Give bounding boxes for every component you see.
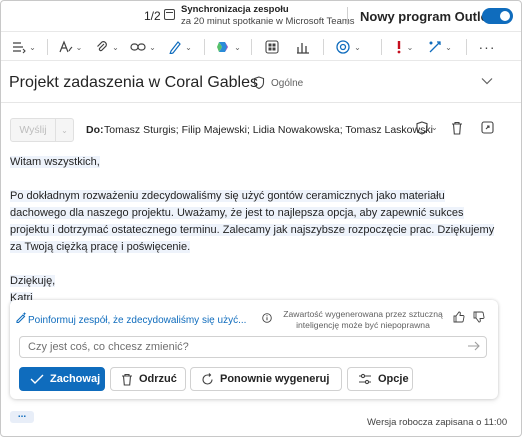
reminder-counter[interactable]: 1/2 — [144, 9, 161, 23]
body-line: dachowego dla naszego projektu. Uważamy,… — [10, 207, 464, 219]
send-label: Wyślij — [11, 119, 56, 141]
delete-icon[interactable] — [451, 121, 463, 135]
body-line: za Twoją ciężką pracę i poświęcenie. — [10, 241, 191, 253]
subject-title[interactable]: Projekt zadaszenia w Coral Gables — [9, 74, 258, 92]
text-format-icon[interactable]: ⌄ — [55, 38, 85, 56]
new-outlook-toggle[interactable] — [482, 8, 513, 24]
apps-icon[interactable] — [258, 38, 286, 56]
ai-disclaimer: Zawartość wygenerowana przez sztuczną in… — [283, 309, 443, 330]
checkmark-icon — [30, 374, 44, 384]
keep-button[interactable]: Zachowaj — [19, 367, 105, 391]
divider — [47, 39, 48, 55]
send-arrow-icon[interactable] — [467, 340, 481, 352]
copilot-input[interactable] — [19, 336, 487, 358]
body-line: Po dokładnym rozważeniu zdecydowaliśmy s… — [10, 190, 445, 202]
refresh-icon — [201, 372, 214, 386]
divider — [323, 39, 324, 55]
body-paragraph: Po dokładnym rozważeniu zdecydowaliśmy s… — [10, 188, 510, 256]
loop-icon[interactable]: ⌄ — [331, 38, 365, 56]
greeting: Witam wszystkich, — [10, 156, 100, 168]
message-body[interactable]: Witam wszystkich, Po dokładnym rozważeni… — [10, 154, 510, 307]
send-options-chevron-icon[interactable]: ⌄ — [56, 119, 73, 141]
divider — [381, 39, 382, 55]
divider — [347, 7, 348, 25]
sensitivity-icon[interactable]: ⌄ — [424, 38, 456, 56]
body-line: projektu i dotrzymać ostatecznego termin… — [10, 224, 495, 236]
thumbs-down-icon[interactable] — [473, 311, 485, 323]
regenerate-button[interactable]: Ponownie wygeneruj — [190, 367, 342, 391]
ribbon-toolbar: ⌄ ⌄ ⌄ ⌄ ⌄ ⌄ ⌄ ⌄ ⌄ ··· — [1, 31, 521, 61]
discard-button[interactable]: Odrzuć — [110, 367, 186, 391]
thumbs-up-icon[interactable] — [453, 311, 465, 323]
notification-bar: 1/2 Synchronizacja zespołu za 20 minut s… — [1, 1, 521, 31]
sensitivity-label[interactable]: Ogólne — [271, 78, 303, 89]
draft-status: Wersja robocza zapisana o 11:00 — [367, 417, 508, 428]
calendar-icon — [164, 9, 175, 20]
options-button[interactable]: Opcje — [347, 367, 413, 391]
importance-icon[interactable]: ⌄ — [389, 38, 419, 56]
closing: Dziękuję, — [10, 275, 56, 287]
attach-icon[interactable]: ⌄ — [91, 38, 123, 56]
shield-icon[interactable] — [253, 76, 265, 89]
divider — [466, 39, 467, 55]
regenerate-label: Ponownie wygeneruj — [220, 373, 330, 385]
options-sliders-icon — [358, 373, 372, 385]
discard-label: Odrzuć — [139, 373, 177, 385]
divider — [251, 39, 252, 55]
paragraph-format-icon[interactable]: ⌄ — [9, 38, 39, 56]
divider — [204, 39, 205, 55]
trash-icon — [121, 373, 133, 386]
more-icon[interactable]: ··· — [473, 38, 501, 56]
show-more-button[interactable]: ... — [10, 410, 34, 423]
recipients-field[interactable]: Tomasz Sturgis; Filip Majewski; Lidia No… — [104, 124, 433, 136]
to-label: Do: — [86, 124, 104, 136]
send-button[interactable]: Wyślij ⌄ — [10, 118, 74, 142]
popout-icon[interactable] — [481, 121, 494, 134]
copilot-prompt[interactable]: Poinformuj zespół, że zdecydowaliśmy się… — [28, 315, 246, 326]
copilot-pen-icon — [16, 312, 27, 323]
compose-window: 1/2 Synchronizacja zespołu za 20 minut s… — [0, 0, 522, 437]
copilot-icon[interactable]: ⌄ — [211, 38, 245, 56]
reminder-title[interactable]: Synchronizacja zespołu — [181, 4, 289, 15]
draw-icon[interactable]: ⌄ — [164, 38, 196, 56]
sensitivity-shield-icon[interactable] — [415, 121, 429, 135]
keep-label: Zachowaj — [50, 373, 101, 385]
chevron-down-icon[interactable]: ⌄ — [431, 123, 438, 132]
reminder-subtitle: za 20 minut spotkanie w Microsoft Teams — [181, 16, 355, 27]
insights-icon[interactable] — [289, 38, 317, 56]
info-icon[interactable] — [262, 313, 272, 323]
chevron-down-icon[interactable] — [481, 77, 493, 85]
options-label: Opcje — [378, 373, 409, 385]
link-icon[interactable]: ⌄ — [127, 38, 159, 56]
